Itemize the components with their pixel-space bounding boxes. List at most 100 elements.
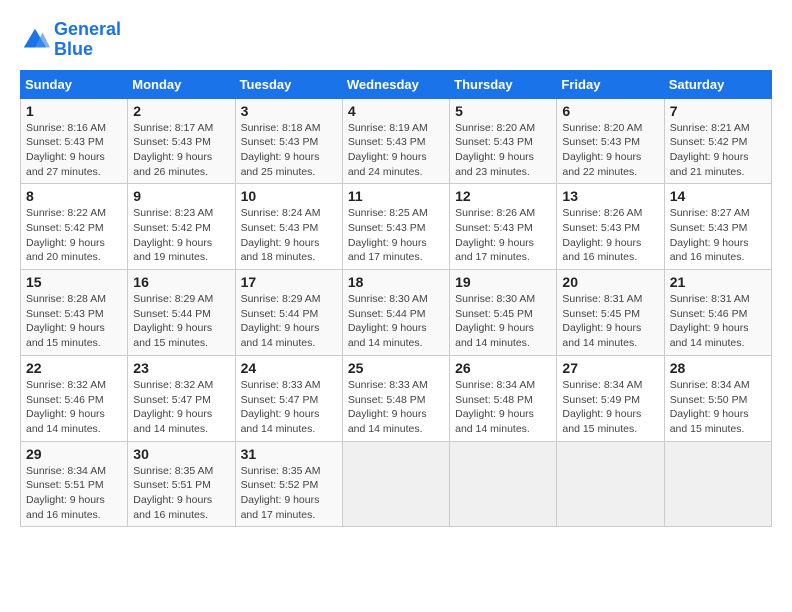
- day-number: 13: [562, 188, 658, 204]
- day-number: 22: [26, 360, 122, 376]
- calendar-cell: 6 Sunrise: 8:20 AM Sunset: 5:43 PM Dayli…: [557, 98, 664, 184]
- calendar-week-row: 29 Sunrise: 8:34 AM Sunset: 5:51 PM Dayl…: [21, 441, 772, 527]
- day-number: 9: [133, 188, 229, 204]
- day-info: Sunrise: 8:21 AM Sunset: 5:42 PM Dayligh…: [670, 121, 766, 180]
- day-number: 25: [348, 360, 444, 376]
- calendar-cell: 20 Sunrise: 8:31 AM Sunset: 5:45 PM Dayl…: [557, 270, 664, 356]
- day-number: 5: [455, 103, 551, 119]
- calendar-cell: 22 Sunrise: 8:32 AM Sunset: 5:46 PM Dayl…: [21, 355, 128, 441]
- day-number: 24: [241, 360, 337, 376]
- day-of-week-header: Sunday: [21, 70, 128, 98]
- calendar-header-row: SundayMondayTuesdayWednesdayThursdayFrid…: [21, 70, 772, 98]
- calendar-cell: 1 Sunrise: 8:16 AM Sunset: 5:43 PM Dayli…: [21, 98, 128, 184]
- day-number: 8: [26, 188, 122, 204]
- calendar-cell: 28 Sunrise: 8:34 AM Sunset: 5:50 PM Dayl…: [664, 355, 771, 441]
- calendar-cell: 4 Sunrise: 8:19 AM Sunset: 5:43 PM Dayli…: [342, 98, 449, 184]
- calendar-cell: [342, 441, 449, 527]
- day-info: Sunrise: 8:20 AM Sunset: 5:43 PM Dayligh…: [562, 121, 658, 180]
- day-number: 3: [241, 103, 337, 119]
- day-number: 19: [455, 274, 551, 290]
- day-info: Sunrise: 8:33 AM Sunset: 5:47 PM Dayligh…: [241, 378, 337, 437]
- calendar-cell: 25 Sunrise: 8:33 AM Sunset: 5:48 PM Dayl…: [342, 355, 449, 441]
- day-info: Sunrise: 8:17 AM Sunset: 5:43 PM Dayligh…: [133, 121, 229, 180]
- day-number: 23: [133, 360, 229, 376]
- day-info: Sunrise: 8:22 AM Sunset: 5:42 PM Dayligh…: [26, 206, 122, 265]
- day-number: 2: [133, 103, 229, 119]
- calendar-cell: [664, 441, 771, 527]
- calendar-table: SundayMondayTuesdayWednesdayThursdayFrid…: [20, 70, 772, 528]
- day-number: 27: [562, 360, 658, 376]
- day-number: 28: [670, 360, 766, 376]
- day-of-week-header: Monday: [128, 70, 235, 98]
- day-info: Sunrise: 8:24 AM Sunset: 5:43 PM Dayligh…: [241, 206, 337, 265]
- day-info: Sunrise: 8:23 AM Sunset: 5:42 PM Dayligh…: [133, 206, 229, 265]
- calendar-cell: 13 Sunrise: 8:26 AM Sunset: 5:43 PM Dayl…: [557, 184, 664, 270]
- logo-text: General Blue: [54, 20, 121, 60]
- day-number: 1: [26, 103, 122, 119]
- calendar-week-row: 15 Sunrise: 8:28 AM Sunset: 5:43 PM Dayl…: [21, 270, 772, 356]
- calendar-week-row: 8 Sunrise: 8:22 AM Sunset: 5:42 PM Dayli…: [21, 184, 772, 270]
- calendar-cell: 18 Sunrise: 8:30 AM Sunset: 5:44 PM Dayl…: [342, 270, 449, 356]
- day-info: Sunrise: 8:18 AM Sunset: 5:43 PM Dayligh…: [241, 121, 337, 180]
- calendar-cell: 3 Sunrise: 8:18 AM Sunset: 5:43 PM Dayli…: [235, 98, 342, 184]
- day-number: 15: [26, 274, 122, 290]
- calendar-cell: [450, 441, 557, 527]
- day-info: Sunrise: 8:33 AM Sunset: 5:48 PM Dayligh…: [348, 378, 444, 437]
- day-info: Sunrise: 8:28 AM Sunset: 5:43 PM Dayligh…: [26, 292, 122, 351]
- day-info: Sunrise: 8:25 AM Sunset: 5:43 PM Dayligh…: [348, 206, 444, 265]
- calendar-cell: 12 Sunrise: 8:26 AM Sunset: 5:43 PM Dayl…: [450, 184, 557, 270]
- calendar-cell: 10 Sunrise: 8:24 AM Sunset: 5:43 PM Dayl…: [235, 184, 342, 270]
- day-number: 20: [562, 274, 658, 290]
- calendar-cell: 19 Sunrise: 8:30 AM Sunset: 5:45 PM Dayl…: [450, 270, 557, 356]
- day-info: Sunrise: 8:30 AM Sunset: 5:44 PM Dayligh…: [348, 292, 444, 351]
- day-of-week-header: Saturday: [664, 70, 771, 98]
- day-info: Sunrise: 8:27 AM Sunset: 5:43 PM Dayligh…: [670, 206, 766, 265]
- day-number: 12: [455, 188, 551, 204]
- day-number: 4: [348, 103, 444, 119]
- calendar-cell: [557, 441, 664, 527]
- day-info: Sunrise: 8:26 AM Sunset: 5:43 PM Dayligh…: [562, 206, 658, 265]
- calendar-cell: 2 Sunrise: 8:17 AM Sunset: 5:43 PM Dayli…: [128, 98, 235, 184]
- day-info: Sunrise: 8:32 AM Sunset: 5:47 PM Dayligh…: [133, 378, 229, 437]
- calendar-cell: 16 Sunrise: 8:29 AM Sunset: 5:44 PM Dayl…: [128, 270, 235, 356]
- calendar-week-row: 22 Sunrise: 8:32 AM Sunset: 5:46 PM Dayl…: [21, 355, 772, 441]
- calendar-week-row: 1 Sunrise: 8:16 AM Sunset: 5:43 PM Dayli…: [21, 98, 772, 184]
- calendar-cell: 5 Sunrise: 8:20 AM Sunset: 5:43 PM Dayli…: [450, 98, 557, 184]
- day-of-week-header: Friday: [557, 70, 664, 98]
- day-info: Sunrise: 8:34 AM Sunset: 5:49 PM Dayligh…: [562, 378, 658, 437]
- day-of-week-header: Wednesday: [342, 70, 449, 98]
- day-info: Sunrise: 8:34 AM Sunset: 5:51 PM Dayligh…: [26, 464, 122, 523]
- calendar-cell: 7 Sunrise: 8:21 AM Sunset: 5:42 PM Dayli…: [664, 98, 771, 184]
- day-info: Sunrise: 8:19 AM Sunset: 5:43 PM Dayligh…: [348, 121, 444, 180]
- day-number: 21: [670, 274, 766, 290]
- day-number: 18: [348, 274, 444, 290]
- day-info: Sunrise: 8:32 AM Sunset: 5:46 PM Dayligh…: [26, 378, 122, 437]
- day-number: 14: [670, 188, 766, 204]
- calendar-cell: 9 Sunrise: 8:23 AM Sunset: 5:42 PM Dayli…: [128, 184, 235, 270]
- calendar-cell: 17 Sunrise: 8:29 AM Sunset: 5:44 PM Dayl…: [235, 270, 342, 356]
- logo-icon: [20, 25, 50, 55]
- calendar-cell: 29 Sunrise: 8:34 AM Sunset: 5:51 PM Dayl…: [21, 441, 128, 527]
- calendar-cell: 27 Sunrise: 8:34 AM Sunset: 5:49 PM Dayl…: [557, 355, 664, 441]
- day-info: Sunrise: 8:26 AM Sunset: 5:43 PM Dayligh…: [455, 206, 551, 265]
- day-number: 30: [133, 446, 229, 462]
- calendar-cell: 8 Sunrise: 8:22 AM Sunset: 5:42 PM Dayli…: [21, 184, 128, 270]
- day-of-week-header: Thursday: [450, 70, 557, 98]
- day-info: Sunrise: 8:31 AM Sunset: 5:46 PM Dayligh…: [670, 292, 766, 351]
- day-number: 16: [133, 274, 229, 290]
- day-info: Sunrise: 8:34 AM Sunset: 5:48 PM Dayligh…: [455, 378, 551, 437]
- calendar-cell: 14 Sunrise: 8:27 AM Sunset: 5:43 PM Dayl…: [664, 184, 771, 270]
- day-info: Sunrise: 8:29 AM Sunset: 5:44 PM Dayligh…: [241, 292, 337, 351]
- calendar-cell: 15 Sunrise: 8:28 AM Sunset: 5:43 PM Dayl…: [21, 270, 128, 356]
- day-number: 6: [562, 103, 658, 119]
- day-number: 31: [241, 446, 337, 462]
- calendar-cell: 23 Sunrise: 8:32 AM Sunset: 5:47 PM Dayl…: [128, 355, 235, 441]
- day-info: Sunrise: 8:30 AM Sunset: 5:45 PM Dayligh…: [455, 292, 551, 351]
- day-number: 26: [455, 360, 551, 376]
- calendar-cell: 30 Sunrise: 8:35 AM Sunset: 5:51 PM Dayl…: [128, 441, 235, 527]
- calendar-cell: 11 Sunrise: 8:25 AM Sunset: 5:43 PM Dayl…: [342, 184, 449, 270]
- day-info: Sunrise: 8:35 AM Sunset: 5:51 PM Dayligh…: [133, 464, 229, 523]
- calendar-cell: 31 Sunrise: 8:35 AM Sunset: 5:52 PM Dayl…: [235, 441, 342, 527]
- day-number: 7: [670, 103, 766, 119]
- day-of-week-header: Tuesday: [235, 70, 342, 98]
